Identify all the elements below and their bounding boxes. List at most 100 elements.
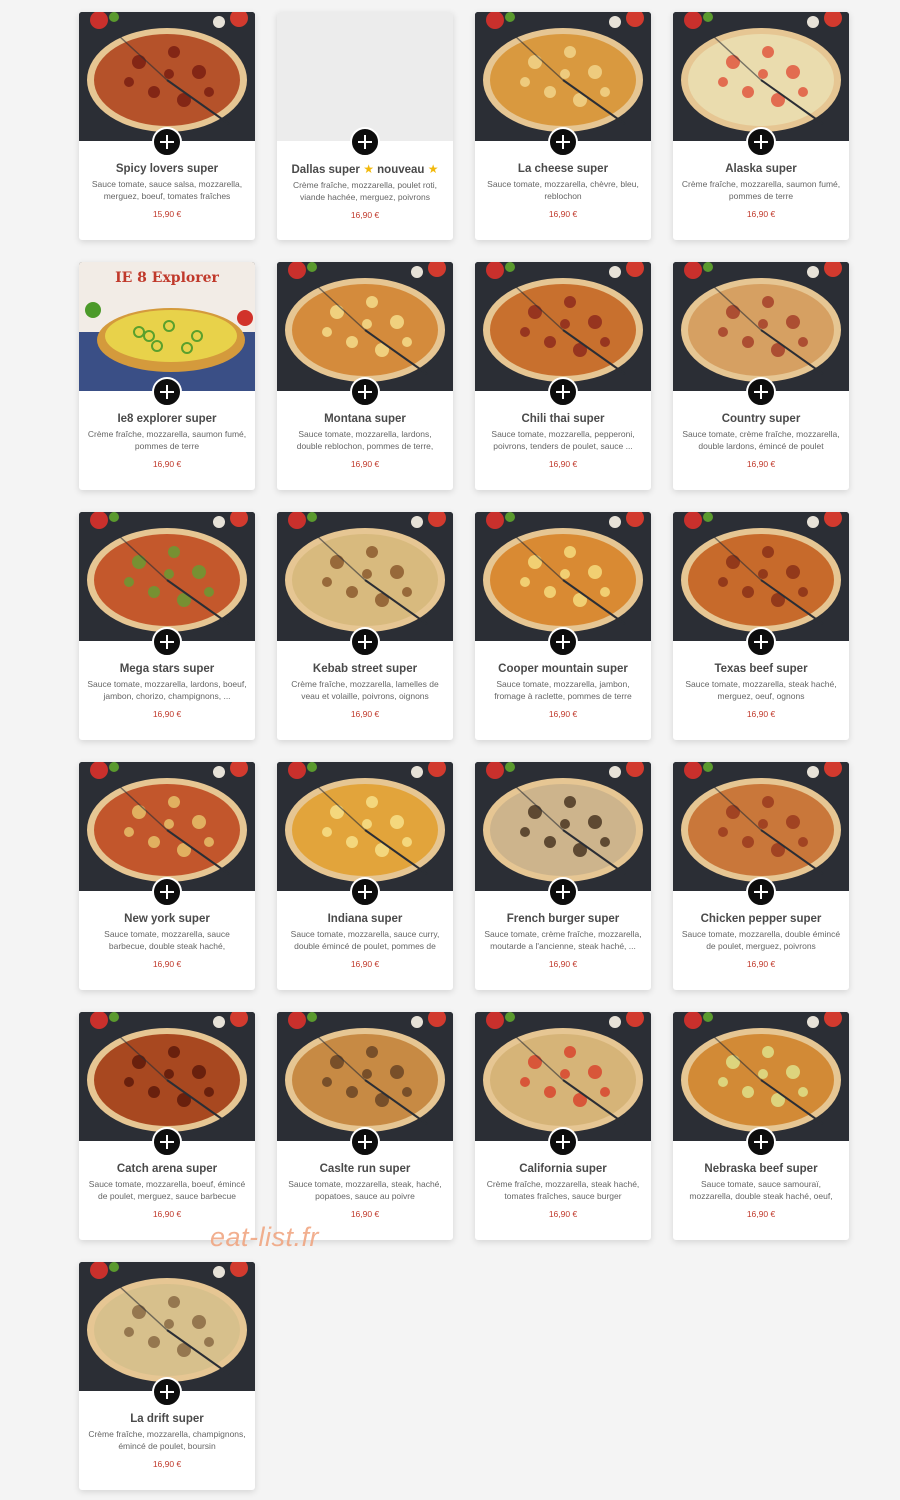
star-icon: ★ xyxy=(424,162,439,176)
add-to-cart-button[interactable] xyxy=(746,127,776,157)
product-card[interactable]: IE 8 Explorer Ie8 explorer super Crème fra… xyxy=(79,262,255,490)
add-to-cart-button[interactable] xyxy=(548,127,578,157)
product-name[interactable]: Chili thai super xyxy=(483,412,643,426)
product-card[interactable]: Chili thai super Sauce tomate, mozzarella… xyxy=(475,262,651,490)
product-card[interactable]: Alaska super Crème fraîche, mozzarella, s… xyxy=(673,12,849,240)
product-card[interactable]: Cooper mountain super Sauce tomate, mozza… xyxy=(475,512,651,740)
product-name[interactable]: French burger super xyxy=(483,912,643,926)
product-name[interactable]: La cheese super xyxy=(483,162,643,176)
product-name[interactable]: California super xyxy=(483,1162,643,1176)
product-name[interactable]: Catch arena super xyxy=(87,1162,247,1176)
product-name[interactable]: Dallas super ★ nouveau ★ xyxy=(285,162,445,177)
add-to-cart-button[interactable] xyxy=(152,1127,182,1157)
plus-icon xyxy=(754,385,768,399)
product-price: 16,90 € xyxy=(152,1459,182,1469)
product-name[interactable]: La drift super xyxy=(87,1412,247,1426)
product-price: 16,90 € xyxy=(548,459,578,469)
product-card[interactable]: Kebab street super Crème fraîche, mozzare… xyxy=(277,512,453,740)
product-card[interactable]: Texas beef super Sauce tomate, mozzarella… xyxy=(673,512,849,740)
product-image[interactable] xyxy=(79,1012,255,1141)
add-to-cart-button[interactable] xyxy=(350,877,380,907)
plus-icon xyxy=(556,1135,570,1149)
product-description: Sauce tomate, mozzarella, lardons, boeuf… xyxy=(87,679,247,701)
product-card[interactable]: Chicken pepper super Sauce tomate, mozzar… xyxy=(673,762,849,990)
plus-icon xyxy=(556,635,570,649)
product-name[interactable]: Indiana super xyxy=(285,912,445,926)
add-to-cart-button[interactable] xyxy=(746,877,776,907)
product-card[interactable]: Nebraska beef super Sauce tomate, sauce s… xyxy=(673,1012,849,1240)
product-price: 16,90 € xyxy=(152,1209,182,1219)
add-to-cart-button[interactable] xyxy=(746,1127,776,1157)
product-image[interactable] xyxy=(277,262,453,391)
product-card[interactable]: Catch arena super Sauce tomate, mozzarell… xyxy=(79,1012,255,1240)
add-to-cart-button[interactable] xyxy=(152,377,182,407)
add-to-cart-button[interactable] xyxy=(152,627,182,657)
product-image[interactable] xyxy=(673,1012,849,1141)
product-description: Sauce tomate, mozzarella, pepperoni, poi… xyxy=(491,429,635,451)
product-image[interactable] xyxy=(277,12,453,141)
product-name[interactable]: New york super xyxy=(87,912,247,926)
product-name[interactable]: Cooper mountain super xyxy=(483,662,643,676)
product-image[interactable] xyxy=(475,512,651,641)
product-description: Sauce tomate, crème fraîche, mozzarella,… xyxy=(682,429,840,451)
product-image[interactable] xyxy=(475,1012,651,1141)
add-to-cart-button[interactable] xyxy=(548,627,578,657)
add-to-cart-button[interactable] xyxy=(746,377,776,407)
product-card[interactable]: Mega stars super Sauce tomate, mozzarella… xyxy=(79,512,255,740)
product-card[interactable]: Dallas super ★ nouveau ★ Crème fraîche, m… xyxy=(277,12,453,240)
product-image[interactable] xyxy=(475,762,651,891)
product-description: Sauce tomate, mozzarella, sauce barbecue… xyxy=(104,929,230,951)
product-card[interactable]: Montana super Sauce tomate, mozzarella, l… xyxy=(277,262,453,490)
add-to-cart-button[interactable] xyxy=(548,1127,578,1157)
product-image[interactable] xyxy=(475,12,651,141)
add-to-cart-button[interactable] xyxy=(152,127,182,157)
product-name[interactable]: Caslte run super xyxy=(285,1162,445,1176)
product-name[interactable]: Texas beef super xyxy=(681,662,841,676)
add-to-cart-button[interactable] xyxy=(350,377,380,407)
product-image[interactable] xyxy=(475,262,651,391)
product-card[interactable]: New york super Sauce tomate, mozzarella, … xyxy=(79,762,255,990)
product-image[interactable] xyxy=(277,762,453,891)
product-image[interactable]: IE 8 Explorer xyxy=(79,262,255,391)
product-image[interactable] xyxy=(673,262,849,391)
product-image[interactable] xyxy=(79,1262,255,1391)
plus-icon xyxy=(160,635,174,649)
add-to-cart-button[interactable] xyxy=(548,877,578,907)
product-card[interactable]: California super Crème fraîche, mozzarell… xyxy=(475,1012,651,1240)
add-to-cart-button[interactable] xyxy=(746,627,776,657)
product-image[interactable] xyxy=(277,512,453,641)
product-name[interactable]: Montana super xyxy=(285,412,445,426)
product-card[interactable]: Caslte run super Sauce tomate, mozzarella… xyxy=(277,1012,453,1240)
product-image[interactable] xyxy=(277,1012,453,1141)
product-name[interactable]: Ie8 explorer super xyxy=(87,412,247,426)
product-card[interactable]: Indiana super Sauce tomate, mozzarella, s… xyxy=(277,762,453,990)
product-name[interactable]: Nebraska beef super xyxy=(681,1162,841,1176)
product-name[interactable]: Chicken pepper super xyxy=(681,912,841,926)
add-to-cart-button[interactable] xyxy=(350,127,380,157)
product-image[interactable] xyxy=(673,762,849,891)
plus-icon xyxy=(556,135,570,149)
add-to-cart-button[interactable] xyxy=(350,627,380,657)
add-to-cart-button[interactable] xyxy=(350,1127,380,1157)
product-image[interactable] xyxy=(673,12,849,141)
add-to-cart-button[interactable] xyxy=(548,377,578,407)
product-name[interactable]: Country super xyxy=(681,412,841,426)
add-to-cart-button[interactable] xyxy=(152,1377,182,1407)
plus-icon xyxy=(754,885,768,899)
product-price: 16,90 € xyxy=(350,459,380,469)
product-card[interactable]: La cheese super Sauce tomate, mozzarella,… xyxy=(475,12,651,240)
product-name[interactable]: Kebab street super xyxy=(285,662,445,676)
product-card[interactable]: Spicy lovers super Sauce tomate, sauce sa… xyxy=(79,12,255,240)
product-name[interactable]: Mega stars super xyxy=(87,662,247,676)
product-name[interactable]: Alaska super xyxy=(681,162,841,176)
product-card[interactable]: French burger super Sauce tomate, crème f… xyxy=(475,762,651,990)
product-image[interactable] xyxy=(79,12,255,141)
product-name[interactable]: Spicy lovers super xyxy=(87,162,247,176)
product-card[interactable]: Country super Sauce tomate, crème fraîche… xyxy=(673,262,849,490)
product-image[interactable] xyxy=(79,512,255,641)
product-image[interactable] xyxy=(79,762,255,891)
add-to-cart-button[interactable] xyxy=(152,877,182,907)
product-description: Crème fraîche, mozzarella, saumon fumé, … xyxy=(87,429,247,451)
product-image[interactable] xyxy=(673,512,849,641)
product-card[interactable]: La drift super Crème fraîche, mozzarella,… xyxy=(79,1262,255,1490)
